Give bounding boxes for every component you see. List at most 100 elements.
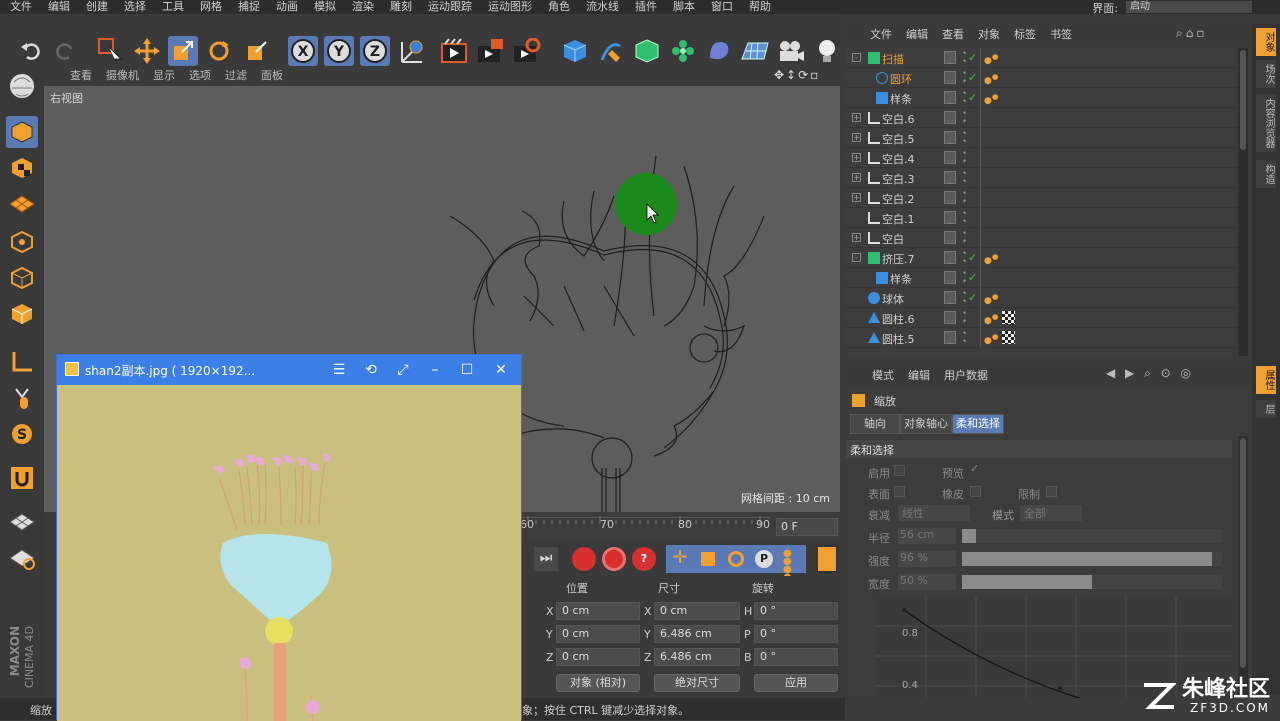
material-tag-icon[interactable]: ●●	[984, 292, 998, 306]
tweak-mode-icon[interactable]	[6, 382, 38, 414]
workplane-axis-icon[interactable]	[6, 542, 38, 574]
visibility-dots-icon[interactable]: • •	[962, 310, 967, 327]
menu-item-18[interactable]: 帮助	[749, 0, 771, 14]
tab-attributes[interactable]: 属性	[1256, 366, 1276, 394]
z-axis-icon[interactable]: Z	[360, 36, 390, 66]
rotation-h-field[interactable]: 0 °	[754, 602, 838, 620]
object-row[interactable]: 圆环 • • ✓ ●●	[846, 68, 1238, 88]
visibility-dots-icon[interactable]: • •	[962, 330, 967, 347]
cloner-icon[interactable]	[668, 36, 698, 66]
layer-toggle-icon[interactable]	[944, 271, 956, 284]
visibility-dots-icon[interactable]: • •	[962, 150, 967, 167]
hamburger-menu-icon[interactable]: ☰	[331, 363, 347, 379]
menu-item-9[interactable]: 渲染	[352, 0, 374, 14]
cube-icon[interactable]	[560, 36, 590, 66]
enabled-check-icon[interactable]: ✓	[968, 251, 977, 264]
visibility-dots-icon[interactable]: • •	[962, 90, 967, 107]
close-icon[interactable]: ✕	[493, 363, 509, 379]
viewport-menu-item-1[interactable]: 摄像机	[106, 67, 139, 83]
attr-scrollbar[interactable]	[1238, 436, 1248, 696]
fullscreen-icon[interactable]: ⤢	[395, 363, 411, 379]
visibility-dots-icon[interactable]: • •	[962, 210, 967, 227]
om-menu-item-3[interactable]: 对象	[978, 26, 1000, 42]
tab-layers[interactable]: 层	[1256, 400, 1276, 418]
visibility-dots-icon[interactable]: • •	[962, 110, 967, 127]
om-menu-item-4[interactable]: 标签	[1014, 26, 1036, 42]
expand-toggle-icon[interactable]: +	[852, 193, 861, 202]
object-row[interactable]: 圆柱.5 • • ●●	[846, 328, 1238, 348]
layer-toggle-icon[interactable]	[944, 311, 956, 324]
tab-soft-selection[interactable]: 柔和选择	[952, 414, 1004, 434]
expand-toggle-icon[interactable]: -	[852, 253, 861, 262]
object-row[interactable]: + 空白.4 • •	[846, 148, 1238, 168]
surface-checkbox[interactable]	[894, 486, 905, 497]
coords-size-mode-select[interactable]: 绝对尺寸	[654, 674, 740, 692]
menu-item-7[interactable]: 动画	[276, 0, 298, 14]
material-tag-icon[interactable]: ●●	[984, 72, 998, 86]
menu-item-3[interactable]: 选择	[124, 0, 146, 14]
layer-toggle-icon[interactable]	[944, 211, 956, 224]
strength-slider[interactable]	[962, 552, 1222, 566]
visibility-dots-icon[interactable]: • •	[962, 50, 967, 67]
image-viewer-titlebar[interactable]: shan2副本.jpg ( 1920×192... ☰ ⟲ ⤢ – ☐ ✕	[57, 355, 521, 385]
pen-icon[interactable]	[596, 36, 626, 66]
om-menu-item-1[interactable]: 编辑	[906, 26, 928, 42]
radius-slider[interactable]	[962, 529, 1222, 543]
enabled-check-icon[interactable]: ✓	[968, 71, 977, 84]
subdivision-icon[interactable]	[632, 36, 662, 66]
layer-toggle-icon[interactable]	[944, 191, 956, 204]
menu-item-2[interactable]: 创建	[86, 0, 108, 14]
layer-toggle-icon[interactable]	[944, 151, 956, 164]
menu-item-5[interactable]: 网格	[200, 0, 222, 14]
layer-toggle-icon[interactable]	[944, 171, 956, 184]
menu-item-0[interactable]: 文件	[10, 0, 32, 14]
world-coords-icon[interactable]	[396, 36, 426, 66]
expand-toggle-icon[interactable]: -	[852, 53, 861, 62]
layer-toggle-icon[interactable]	[944, 251, 956, 264]
visibility-dots-icon[interactable]: • •	[962, 70, 967, 87]
am-nav-icons[interactable]: ◀ ▶ ⌕ ⊙ ◎	[1106, 366, 1194, 381]
menu-item-6[interactable]: 捕捉	[238, 0, 260, 14]
tab-content-browser[interactable]: 内容浏览器	[1256, 94, 1276, 152]
tab-objects[interactable]: 对象	[1256, 28, 1276, 56]
tab-structure[interactable]: 构造	[1256, 160, 1276, 188]
strength-field[interactable]: 96 %	[898, 551, 956, 567]
tab-axis[interactable]: 轴向	[850, 414, 900, 434]
falloff-select[interactable]: 线性	[898, 505, 970, 521]
layer-toggle-icon[interactable]	[944, 51, 956, 64]
om-search-icon[interactable]: ⌕⌂▫	[1176, 26, 1207, 41]
points-mode-icon[interactable]	[6, 226, 38, 258]
size-z-field[interactable]: 6.486 cm	[654, 648, 740, 666]
material-tag-icon[interactable]: ●●	[984, 92, 998, 106]
material-tag-icon[interactable]: ●●	[984, 332, 998, 346]
width-field[interactable]: 50 %	[898, 574, 956, 590]
layer-toggle-icon[interactable]	[944, 111, 956, 124]
enabled-check-icon[interactable]: ✓	[968, 51, 977, 64]
timeline-window-icon[interactable]	[816, 545, 838, 573]
model-mode-icon[interactable]	[6, 116, 38, 148]
camera-icon[interactable]	[776, 36, 806, 66]
edges-mode-icon[interactable]	[6, 262, 38, 294]
scale-icon[interactable]	[168, 36, 198, 66]
image-viewer-window[interactable]: shan2副本.jpg ( 1920×192... ☰ ⟲ ⤢ – ☐ ✕	[56, 354, 522, 721]
menu-item-17[interactable]: 窗口	[711, 0, 733, 14]
layer-toggle-icon[interactable]	[944, 231, 956, 244]
limit-checkbox[interactable]	[1046, 486, 1057, 497]
viewport-menu-item-4[interactable]: 过滤	[225, 67, 247, 83]
width-slider[interactable]	[962, 575, 1222, 589]
rubber-checkbox[interactable]	[970, 486, 981, 497]
frame-field[interactable]: 0 F	[776, 518, 838, 536]
layer-toggle-icon[interactable]	[944, 291, 956, 304]
menu-item-14[interactable]: 流水线	[586, 0, 619, 14]
expand-toggle-icon[interactable]: +	[852, 113, 861, 122]
position-x-field[interactable]: 0 cm	[556, 602, 640, 620]
material-tag-icon[interactable]: ●●	[984, 252, 998, 266]
om-menu-item-2[interactable]: 查看	[942, 26, 964, 42]
object-row[interactable]: 圆柱.6 • • ●●	[846, 308, 1238, 328]
key-pla-icon[interactable]: ● ● ●● ● ●● ● ●	[778, 545, 806, 623]
object-row[interactable]: + 空白 • •	[846, 228, 1238, 248]
size-x-field[interactable]: 0 cm	[654, 602, 740, 620]
apply-button[interactable]: 应用	[754, 674, 838, 692]
coords-mode-select[interactable]: 对象 (相对)	[556, 674, 640, 692]
material-tag-icon[interactable]: ●●	[984, 312, 998, 326]
